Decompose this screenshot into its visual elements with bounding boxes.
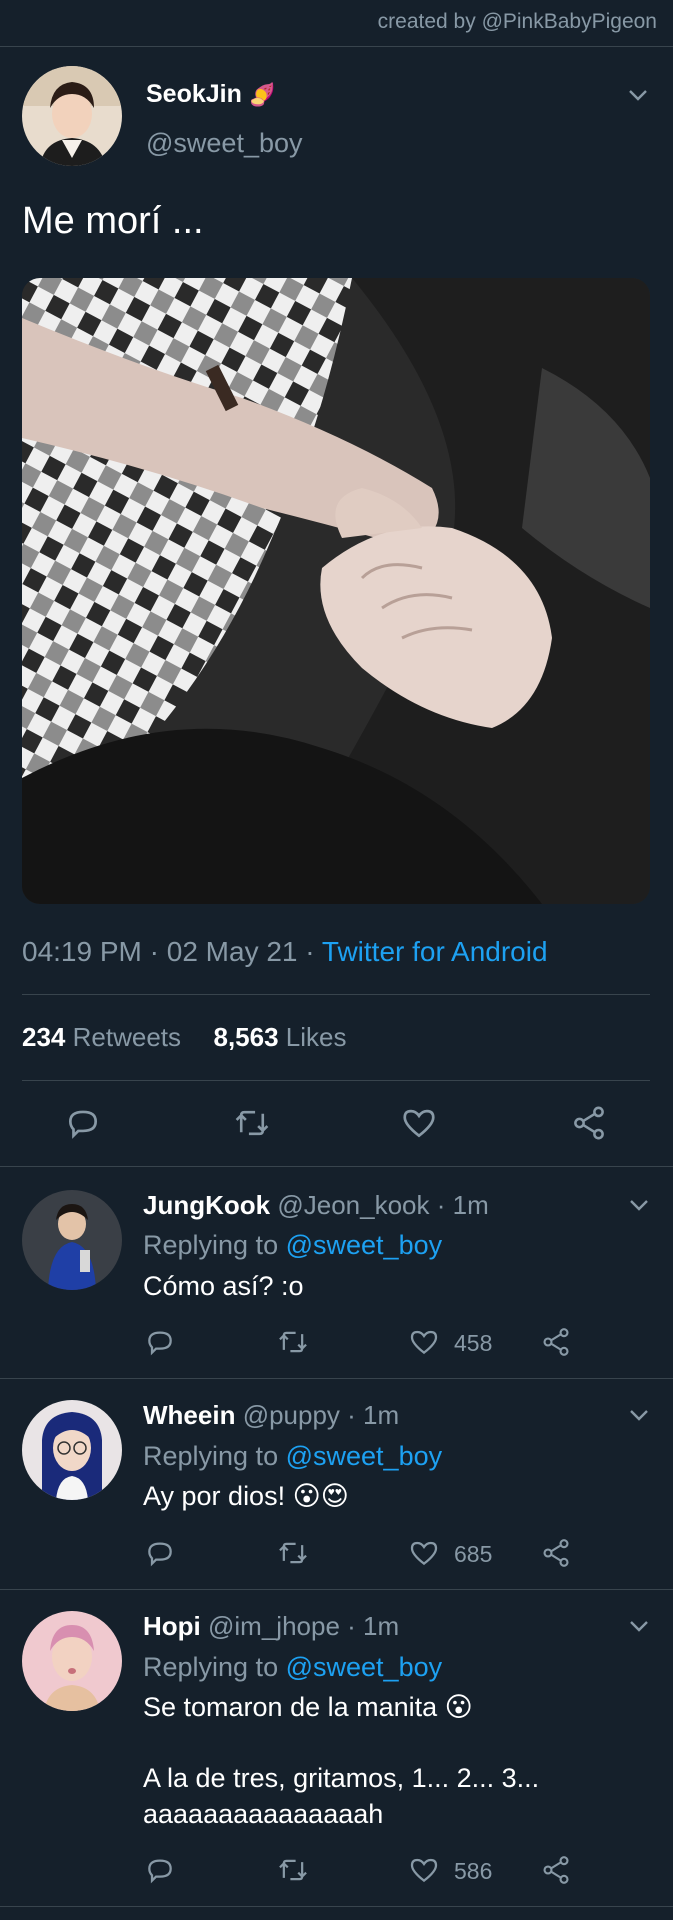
reply-icon[interactable] (144, 1326, 176, 1358)
share-icon[interactable] (540, 1537, 572, 1569)
reply-author-handle[interactable]: @im_jhope (208, 1611, 340, 1641)
share-icon[interactable] (540, 1326, 572, 1358)
replying-to: Replying to @sweet_boy (143, 1652, 442, 1683)
reply-text: A la de tres, gritamos, 1... 2... 3... (143, 1763, 540, 1793)
author-name-text[interactable]: SeokJin (146, 80, 242, 108)
retweet-icon[interactable] (276, 1326, 310, 1358)
reply-header: Hopi @im_jhope · 1m (143, 1611, 400, 1641)
divider (22, 1080, 650, 1081)
share-icon[interactable] (540, 1854, 572, 1886)
replying-prefix: Replying to (143, 1652, 279, 1682)
sweet-potato-emoji: 🍠 (248, 82, 277, 107)
reply-text: aaaaaaaaaaaaaaah (143, 1799, 384, 1829)
tweet-text: Me morí ... (22, 200, 204, 242)
mention-link[interactable]: @sweet_boy (286, 1441, 443, 1471)
divider (0, 1378, 673, 1379)
replying-to: Replying to @sweet_boy (143, 1441, 442, 1472)
divider (0, 46, 673, 47)
meta-separator: · (149, 936, 167, 967)
like-icon[interactable] (400, 1104, 438, 1142)
reply-time: 1m (363, 1400, 400, 1430)
divider (0, 1589, 673, 1590)
reply-author-name[interactable]: Wheein (143, 1400, 235, 1430)
watermark-credit: created by @PinkBabyPigeon (377, 10, 657, 33)
author-name[interactable]: SeokJin 🍠 (146, 80, 276, 109)
reply-author-handle[interactable]: @Jeon_kook (277, 1190, 429, 1220)
likes-count[interactable]: 8,563 (213, 1022, 278, 1052)
like-icon[interactable] (408, 1854, 440, 1886)
reply-avatar[interactable] (22, 1400, 122, 1500)
reply-avatar[interactable] (22, 1611, 122, 1711)
tweet-source-link[interactable]: Twitter for Android (322, 936, 548, 967)
like-count: 685 (454, 1541, 493, 1567)
retweet-icon[interactable] (232, 1104, 272, 1142)
like-icon[interactable] (408, 1326, 440, 1358)
divider (0, 1906, 673, 1907)
reply-author-name[interactable]: Hopi (143, 1611, 201, 1641)
tweet-stats: 234 Retweets 8,563 Likes (22, 1022, 347, 1053)
chevron-down-icon[interactable] (629, 1408, 649, 1422)
tweet-meta: 04:19 PM · 02 May 21 · Twitter for Andro… (22, 936, 548, 968)
meta-separator: · (305, 936, 322, 967)
likes-label[interactable]: Likes (286, 1022, 347, 1052)
like-count: 586 (454, 1858, 493, 1884)
divider (0, 1166, 673, 1167)
like-icon[interactable] (408, 1537, 440, 1569)
reply-icon[interactable] (144, 1537, 176, 1569)
reply-time: 1m (363, 1611, 400, 1641)
retweet-icon[interactable] (276, 1537, 310, 1569)
reply-header: JungKook @Jeon_kook · 1m (143, 1190, 489, 1220)
replying-prefix: Replying to (143, 1441, 279, 1471)
reply-icon[interactable] (144, 1854, 176, 1886)
replying-to: Replying to @sweet_boy (143, 1230, 442, 1261)
author-avatar[interactable] (22, 66, 122, 166)
tweet-time: 04:19 PM (22, 936, 142, 967)
reply-text: Cómo así? :o (143, 1271, 304, 1301)
replying-prefix: Replying to (143, 1230, 279, 1260)
chevron-down-icon[interactable] (629, 1619, 649, 1633)
like-count: 458 (454, 1330, 493, 1356)
reply-header: Wheein @puppy · 1m (143, 1400, 400, 1430)
reply-text: Ay por dios! 😮😍 (143, 1481, 349, 1511)
mention-link[interactable]: @sweet_boy (286, 1652, 443, 1682)
reply-author-name[interactable]: JungKook (143, 1190, 270, 1220)
retweets-label[interactable]: Retweets (73, 1022, 181, 1052)
chevron-down-icon[interactable] (628, 88, 648, 102)
retweet-icon[interactable] (276, 1854, 310, 1886)
author-handle[interactable]: @sweet_boy (146, 128, 303, 159)
reply-text: Se tomaron de la manita 😮 (143, 1692, 473, 1722)
tweet-date: 02 May 21 (166, 936, 298, 967)
reply-icon[interactable] (64, 1104, 102, 1142)
reply-time: 1m (452, 1190, 489, 1220)
chevron-down-icon[interactable] (629, 1198, 649, 1212)
mention-link[interactable]: @sweet_boy (286, 1230, 443, 1260)
retweets-count[interactable]: 234 (22, 1022, 65, 1052)
tweet-photo[interactable] (22, 278, 650, 904)
share-icon[interactable] (570, 1104, 608, 1142)
reply-avatar[interactable] (22, 1190, 122, 1290)
reply-author-handle[interactable]: @puppy (243, 1400, 340, 1430)
divider (22, 994, 650, 995)
